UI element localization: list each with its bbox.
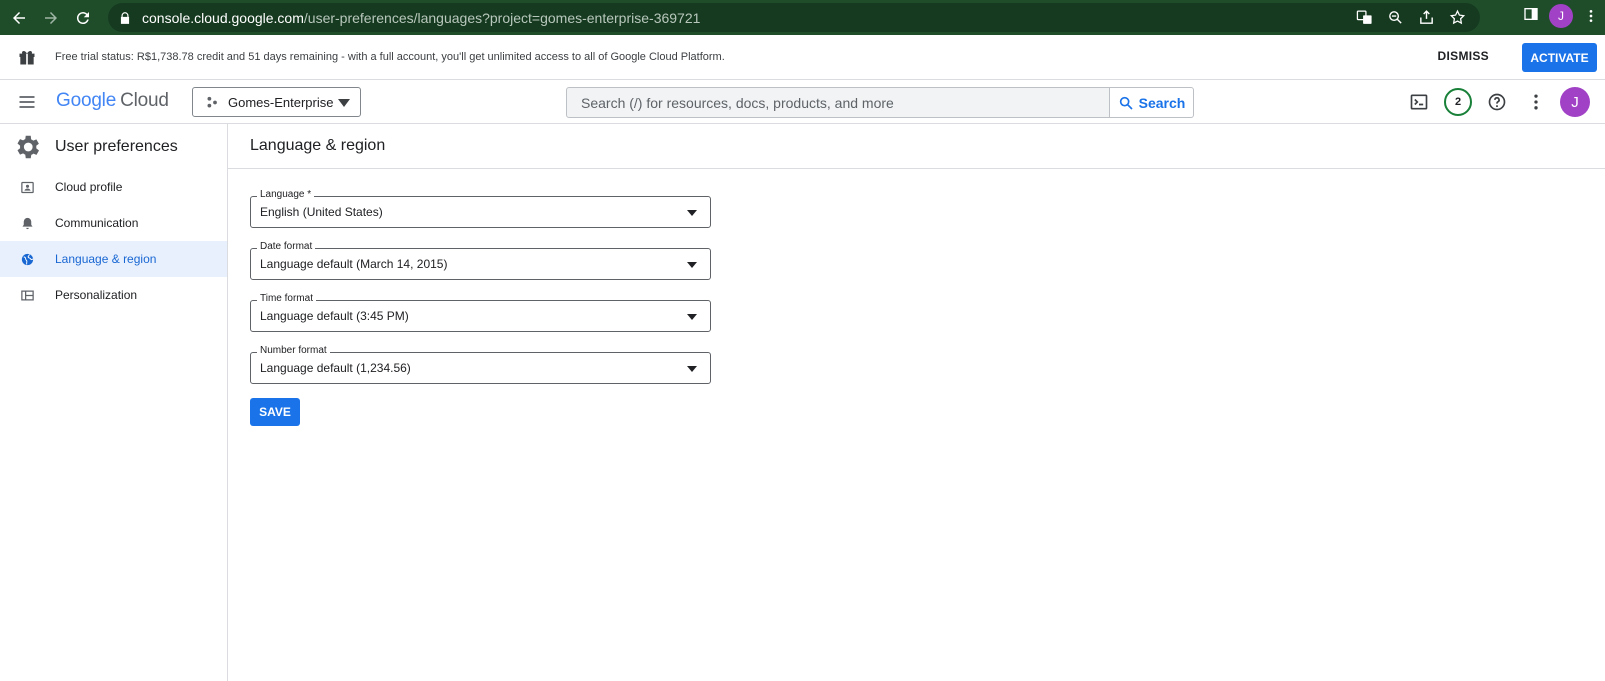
field-value: English (United States)	[260, 205, 383, 219]
console-header: Google Cloud Gomes-Enterprise Search (/) …	[0, 80, 1605, 124]
save-button[interactable]: SAVE	[250, 398, 300, 426]
zoom-icon[interactable]	[1387, 9, 1404, 26]
side-panel-button[interactable]	[1523, 6, 1539, 27]
browser-profile-avatar[interactable]: J	[1549, 4, 1573, 28]
field-label: Time format	[257, 293, 316, 304]
search-button-label: Search	[1138, 94, 1186, 111]
star-icon[interactable]	[1449, 9, 1466, 26]
reload-icon	[76, 11, 89, 24]
sidebar-item-communication[interactable]: Communication	[0, 205, 227, 241]
terminal-icon	[1410, 94, 1428, 110]
dropdown-arrow-icon	[687, 262, 697, 268]
trial-status-text: Free trial status: R$1,738.78 credit and…	[55, 51, 725, 63]
profile-card-icon	[21, 181, 34, 193]
address-bar[interactable]: console.cloud.google.com/user-preference…	[108, 3, 1480, 32]
page-header: Language & region	[228, 124, 1605, 169]
search-icon	[1119, 96, 1133, 110]
back-arrow-icon	[13, 11, 25, 24]
dropdown-arrow-icon	[687, 366, 697, 372]
sidebar: User preferences Cloud profile Communica…	[0, 124, 228, 681]
search-input[interactable]: Search (/) for resources, docs, products…	[566, 87, 1110, 118]
project-name: Gomes-Enterprise	[228, 94, 334, 110]
sidebar-item-label: Communication	[55, 216, 139, 230]
date-format-select[interactable]: Date format Language default (March 14, …	[250, 241, 711, 280]
sidebar-item-cloud-profile[interactable]: Cloud profile	[0, 169, 227, 205]
reload-button[interactable]	[70, 5, 96, 31]
back-button[interactable]	[6, 5, 32, 31]
gear-icon	[17, 135, 39, 158]
account-button[interactable]: J	[1559, 86, 1591, 118]
browser-menu-icon[interactable]	[1583, 8, 1599, 24]
layout-icon	[21, 290, 34, 300]
sidebar-item-label: Cloud profile	[55, 180, 123, 194]
notification-count-badge: 2	[1444, 88, 1472, 116]
forward-arrow-icon	[45, 11, 57, 24]
globe-icon	[21, 253, 34, 265]
dismiss-button[interactable]: DISMISS	[1438, 49, 1489, 63]
more-vert-icon	[1534, 94, 1538, 110]
activate-button[interactable]: ACTIVATE	[1522, 43, 1597, 72]
sidebar-item-label: Personalization	[55, 288, 138, 302]
page-title: Language & region	[250, 137, 386, 154]
field-value: Language default (1,234.56)	[260, 361, 411, 375]
sidebar-item-label: Language & region	[55, 252, 157, 266]
forward-button[interactable]	[38, 5, 64, 31]
field-label: Date format	[257, 241, 316, 252]
field-value: Language default (March 14, 2015)	[260, 257, 448, 271]
logo-cloud: Cloud	[120, 90, 169, 111]
url-path: /user-preferences/languages?project=gome…	[303, 9, 701, 26]
project-picker[interactable]: Gomes-Enterprise	[192, 87, 361, 117]
url-host: console.cloud.google.com	[142, 9, 304, 26]
sidebar-title: User preferences	[55, 137, 178, 155]
side-panel-icon	[1524, 7, 1538, 20]
field-label: Language *	[257, 189, 315, 200]
lock-icon	[120, 11, 130, 24]
help-button[interactable]	[1481, 86, 1513, 118]
cloud-shell-button[interactable]	[1403, 86, 1435, 118]
sidebar-header: User preferences	[0, 124, 227, 169]
bell-icon	[22, 217, 33, 229]
dropdown-arrow-icon	[687, 314, 697, 320]
search-placeholder: Search (/) for resources, docs, products…	[581, 94, 894, 111]
gift-icon	[19, 51, 35, 65]
field-label: Number format	[257, 345, 330, 356]
translate-icon[interactable]	[1356, 9, 1373, 26]
number-format-select[interactable]: Number format Language default (1,234.56…	[250, 345, 711, 384]
language-select[interactable]: Language * English (United States)	[250, 189, 711, 228]
avatar: J	[1560, 87, 1590, 117]
time-format-select[interactable]: Time format Language default (3:45 PM)	[250, 293, 711, 332]
browser-toolbar: console.cloud.google.com/user-preference…	[0, 0, 1605, 35]
chevron-down-icon	[338, 99, 350, 107]
notifications-button[interactable]: 2	[1442, 86, 1474, 118]
more-options-button[interactable]	[1520, 86, 1552, 118]
dropdown-arrow-icon	[687, 210, 697, 216]
search-button[interactable]: Search	[1109, 87, 1194, 118]
share-icon[interactable]	[1418, 9, 1435, 26]
hamburger-menu-icon[interactable]	[17, 92, 37, 112]
field-value: Language default (3:45 PM)	[260, 309, 409, 323]
project-icon	[207, 96, 217, 107]
google-cloud-logo[interactable]: Google Cloud	[56, 90, 169, 112]
sidebar-item-language-region[interactable]: Language & region	[0, 241, 227, 277]
url-text: console.cloud.google.com/user-preference…	[142, 10, 700, 26]
logo-google: Google	[56, 90, 117, 111]
sidebar-item-personalization[interactable]: Personalization	[0, 277, 227, 313]
help-icon	[1488, 93, 1506, 111]
free-trial-banner: Free trial status: R$1,738.78 credit and…	[0, 35, 1605, 80]
